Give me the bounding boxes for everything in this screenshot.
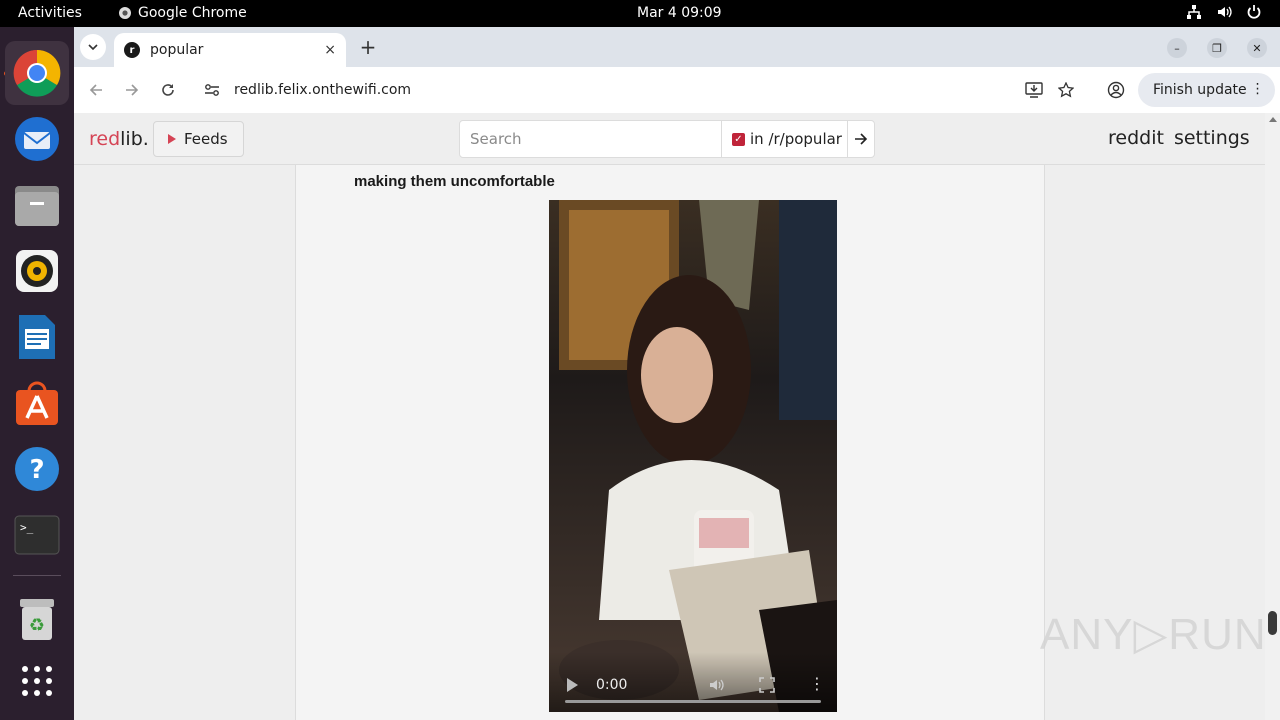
profile-icon [1107, 81, 1125, 99]
trash-icon: ♻ [20, 599, 54, 640]
restrict-subreddit-toggle[interactable]: ✓ in /r/popular [722, 121, 848, 157]
volume-icon[interactable] [708, 676, 726, 694]
thunderbird-icon [15, 117, 59, 161]
redlib-nav: redlib. Feeds Search ✓ in /r/popular red… [74, 113, 1265, 165]
dock-app-grid[interactable] [5, 649, 69, 713]
fullscreen-icon[interactable] [759, 677, 775, 693]
minimize-button[interactable]: – [1167, 38, 1187, 58]
svg-text:>_: >_ [20, 521, 34, 534]
reload-icon [162, 84, 174, 96]
tab-close-button[interactable]: × [324, 42, 336, 58]
site-info-icon[interactable] [204, 83, 222, 97]
browser-window: r popular × + – ❐ ✕ redlib.felix.onthewi… [74, 27, 1280, 720]
install-app-button[interactable] [1023, 79, 1045, 101]
chrome-icon [13, 49, 61, 97]
dock-files[interactable] [5, 173, 69, 237]
reload-button[interactable] [157, 79, 179, 101]
kebab-menu-icon[interactable]: ⋮ [809, 674, 825, 693]
video-frame-image [549, 200, 837, 712]
system-tray[interactable] [1186, 4, 1262, 20]
tab-strip: r popular × + – ❐ ✕ [74, 27, 1280, 67]
terminal-icon: >_ [14, 515, 60, 555]
dock: ? >_ ♻ [0, 27, 74, 720]
help-icon: ? [15, 447, 59, 491]
new-tab-button[interactable]: + [356, 35, 380, 59]
install-icon [1025, 82, 1043, 98]
rhythmbox-icon [16, 250, 58, 292]
tab-popular[interactable]: r popular × [114, 33, 346, 67]
browser-toolbar: redlib.felix.onthewifi.com Finish update… [74, 67, 1280, 113]
dock-thunderbird[interactable] [5, 107, 69, 171]
app-grid-icon [22, 666, 52, 696]
arrow-left-icon [89, 84, 102, 96]
search-form: Search ✓ in /r/popular [459, 120, 875, 158]
clock[interactable]: Mar 4 09:09 [637, 5, 722, 21]
arrow-right-icon [855, 133, 868, 145]
close-window-button[interactable]: ✕ [1247, 38, 1267, 58]
post-video[interactable]: 0:00 ⋮ [549, 200, 837, 712]
bookmark-button[interactable] [1055, 79, 1077, 101]
post-container: making them uncomfortable 0:00 ⋮ [295, 165, 1045, 720]
app-center-icon [16, 381, 58, 425]
network-icon [1186, 4, 1202, 20]
nav-links: reddit settings [1108, 127, 1250, 149]
redlib-favicon: r [124, 42, 140, 58]
dock-trash[interactable]: ♻ [5, 587, 69, 651]
brand-rest: lib. [120, 128, 149, 150]
video-time: 0:00 [596, 677, 628, 693]
page-viewport: redlib. Feeds Search ✓ in /r/popular red… [74, 113, 1280, 720]
dock-writer[interactable] [5, 305, 69, 369]
post-title[interactable]: making them uncomfortable [354, 173, 555, 190]
svg-text:♻: ♻ [29, 615, 45, 636]
page-scrollbar[interactable] [1265, 113, 1280, 720]
dock-app-center[interactable] [5, 371, 69, 435]
play-triangle-icon [168, 134, 176, 144]
settings-link[interactable]: settings [1174, 127, 1250, 149]
star-icon [1058, 82, 1074, 98]
brand-red: red [89, 128, 121, 150]
url-text: redlib.felix.onthewifi.com [234, 82, 412, 98]
app-name: Google Chrome [138, 5, 247, 21]
volume-icon [1216, 4, 1232, 20]
scrollbar-thumb[interactable] [1268, 611, 1277, 635]
redlib-logo[interactable]: redlib. [89, 128, 149, 150]
activities-button[interactable]: Activities [18, 5, 82, 21]
dock-rhythmbox[interactable] [5, 239, 69, 303]
finish-update-button[interactable]: Finish update ⋮ [1138, 73, 1275, 107]
finish-update-label: Finish update [1153, 82, 1247, 98]
video-controls: 0:00 ⋮ [549, 652, 837, 712]
forward-button[interactable] [121, 79, 143, 101]
feeds-button[interactable]: Feeds [153, 121, 244, 157]
system-top-bar: Activities Google Chrome Mar 4 09:09 [0, 0, 1280, 27]
feeds-label: Feeds [184, 130, 228, 148]
tab-search-button[interactable] [80, 34, 106, 60]
scope-label: in /r/popular [750, 130, 842, 148]
kebab-menu-icon: ⋮ [1250, 81, 1265, 97]
chevron-down-icon [88, 44, 98, 51]
dock-help[interactable]: ? [5, 437, 69, 501]
anyrun-watermark: ANY▷RUN [1040, 610, 1267, 659]
dock-separator [13, 575, 61, 576]
search-submit-button[interactable] [848, 121, 874, 157]
chrome-small-icon [119, 7, 131, 19]
tab-title: popular [150, 42, 204, 58]
files-icon [15, 186, 59, 226]
maximize-button[interactable]: ❐ [1207, 38, 1227, 58]
video-progress-bar[interactable] [565, 700, 821, 703]
app-menu[interactable]: Google Chrome [118, 5, 247, 21]
dock-terminal[interactable]: >_ [5, 503, 69, 567]
power-icon [1246, 4, 1262, 20]
dock-chrome[interactable] [5, 41, 69, 105]
libreoffice-writer-icon [19, 315, 55, 359]
reddit-link[interactable]: reddit [1108, 127, 1164, 149]
checkbox-checked-icon[interactable]: ✓ [732, 132, 745, 146]
search-input[interactable]: Search [460, 121, 722, 157]
back-button[interactable] [85, 79, 107, 101]
scroll-up-icon[interactable] [1269, 117, 1277, 122]
play-icon[interactable] [567, 678, 578, 692]
address-bar[interactable]: redlib.felix.onthewifi.com [194, 72, 1078, 108]
svg-text:?: ? [29, 455, 44, 485]
profile-button[interactable] [1105, 79, 1127, 101]
arrow-right-icon [126, 84, 139, 96]
